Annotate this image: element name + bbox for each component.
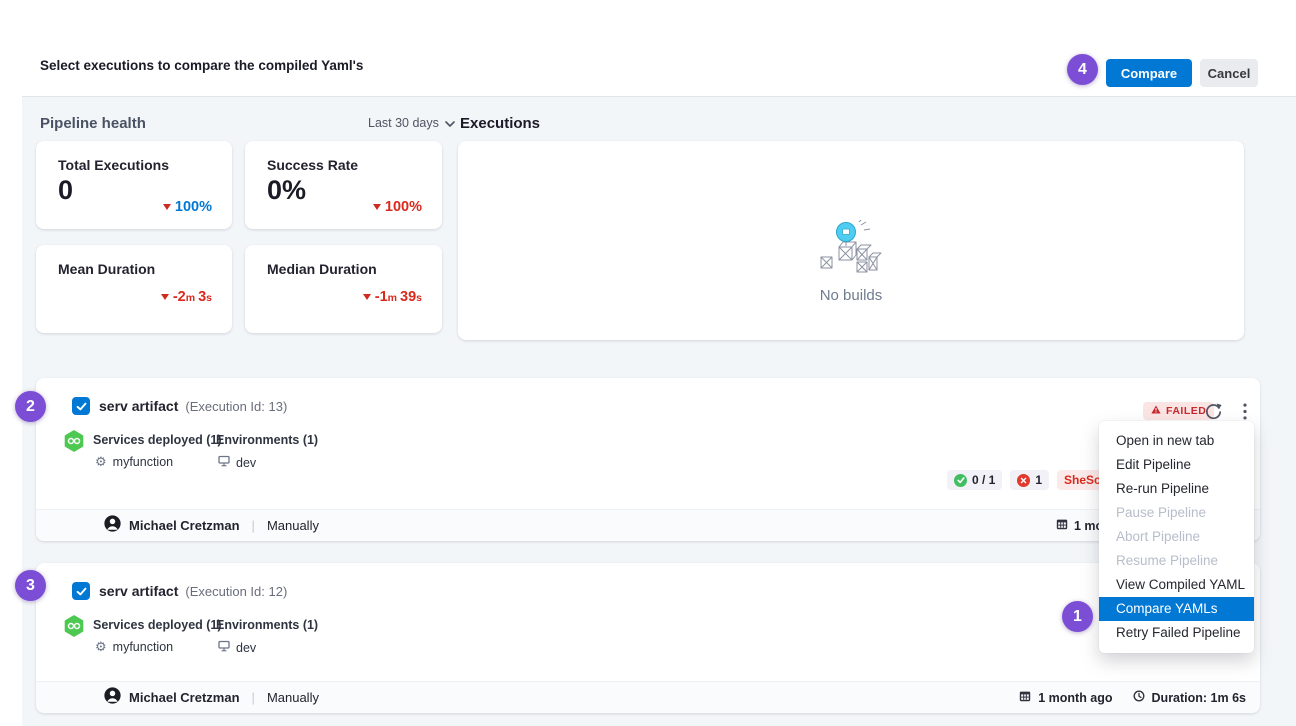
environment-icon <box>218 455 230 470</box>
check-icon <box>75 400 88 413</box>
failed-count-badge: 1 <box>1010 470 1049 490</box>
menu-item-edit-pipeline[interactable]: Edit Pipeline <box>1099 453 1254 477</box>
stat-delta: -1m39s <box>363 289 422 305</box>
time-range-label: Last 30 days <box>368 116 439 130</box>
divider: | <box>252 690 255 705</box>
stat-title: Mean Duration <box>58 261 155 277</box>
trend-down-icon <box>363 294 371 300</box>
execution-checkbox[interactable] <box>72 397 90 415</box>
environment-icon <box>218 640 230 655</box>
trend-down-icon <box>163 204 171 210</box>
menu-item-resume-pipeline: Resume Pipeline <box>1099 549 1254 573</box>
chevron-down-icon <box>445 116 455 130</box>
trend-down-icon <box>373 204 381 210</box>
passed-count-badge: 0 / 1 <box>947 470 1002 490</box>
pipeline-health-heading: Pipeline health <box>40 115 146 132</box>
calendar-icon <box>1019 690 1031 705</box>
time-range-selector[interactable]: Last 30 days <box>368 116 455 130</box>
menu-item-view-compiled-yaml[interactable]: View Compiled YAML <box>1099 573 1254 597</box>
stat-card-total-executions: Total Executions 0 100% <box>36 141 232 229</box>
environments-label: Environments (1) <box>216 618 318 632</box>
compare-button[interactable]: Compare <box>1106 59 1192 87</box>
divider: | <box>252 518 255 533</box>
stat-card-mean-duration: Mean Duration -2m3s <box>36 245 232 333</box>
stat-card-success-rate: Success Rate 0% 100% <box>245 141 442 229</box>
stat-title: Total Executions <box>58 157 169 173</box>
menu-item-re-run-pipeline[interactable]: Re-run Pipeline <box>1099 477 1254 501</box>
menu-item-compare-yamls[interactable]: Compare YAMLs <box>1099 597 1254 621</box>
annotation-step-1: 1 <box>1062 601 1093 632</box>
empty-state-label: No builds <box>820 287 883 304</box>
no-builds-illustration <box>809 219 893 283</box>
gear-icon: ⚙ <box>95 456 107 469</box>
success-check-icon <box>954 474 967 487</box>
execution-row-13[interactable]: serv artifact(Execution Id: 13) Services… <box>36 378 1260 541</box>
stat-delta: -2m3s <box>161 289 212 305</box>
execution-title: serv artifact(Execution Id: 13) <box>99 398 287 414</box>
calendar-icon <box>1056 518 1068 533</box>
author-name: Michael Cretzman <box>129 518 240 533</box>
environments-label: Environments (1) <box>216 433 318 447</box>
annotation-step-4: 4 <box>1067 54 1098 85</box>
cancel-button[interactable]: Cancel <box>1200 59 1258 87</box>
clock-icon <box>1133 690 1145 705</box>
check-icon <box>75 585 88 598</box>
more-options-icon[interactable] <box>1234 400 1256 422</box>
service-item: ⚙ myfunction <box>95 640 173 654</box>
services-deployed-label: Services deployed (1) <box>93 618 222 632</box>
executions-empty-panel: No builds <box>458 141 1244 340</box>
annotation-step-3: 3 <box>15 570 46 601</box>
execution-title: serv artifact(Execution Id: 12) <box>99 583 287 599</box>
content-area: Pipeline health Last 30 days Total Execu… <box>22 96 1296 726</box>
cd-stage-icon <box>63 430 85 457</box>
execution-duration: Duration: 1m 6s <box>1152 691 1246 705</box>
execution-footer: Michael Cretzman | Manually 1 month ago … <box>36 681 1260 713</box>
menu-item-abort-pipeline: Abort Pipeline <box>1099 525 1254 549</box>
trend-down-icon <box>161 294 169 300</box>
stat-delta: 100% <box>373 199 422 215</box>
cd-stage-icon <box>63 615 85 642</box>
execution-footer: Michael Cretzman | Manually 1 month ago <box>36 509 1260 541</box>
page-title: Select executions to compare the compile… <box>40 58 363 73</box>
service-item: ⚙ myfunction <box>95 455 173 469</box>
warning-icon <box>1151 405 1161 417</box>
stat-value: 0% <box>267 175 306 206</box>
menu-item-open-in-new-tab[interactable]: Open in new tab <box>1099 429 1254 453</box>
execution-time: 1 month ago <box>1038 691 1112 705</box>
fail-x-icon <box>1017 474 1030 487</box>
gear-icon: ⚙ <box>95 641 107 654</box>
execution-row-12[interactable]: serv artifact(Execution Id: 12) Services… <box>36 563 1260 713</box>
avatar <box>104 515 121 537</box>
execution-checkbox[interactable] <box>72 582 90 600</box>
environment-item: dev <box>218 455 256 470</box>
annotation-step-2: 2 <box>15 391 46 422</box>
rerun-icon[interactable] <box>1202 400 1224 422</box>
stat-value: 0 <box>58 175 73 206</box>
menu-item-pause-pipeline: Pause Pipeline <box>1099 501 1254 525</box>
stat-delta: 100% <box>163 199 212 215</box>
avatar <box>104 687 121 709</box>
environment-item: dev <box>218 640 256 655</box>
execution-time-duration: 1 month ago Duration: 1m 6s <box>1019 682 1246 713</box>
trigger-type: Manually <box>267 518 319 533</box>
services-deployed-label: Services deployed (1) <box>93 433 222 447</box>
executions-heading: Executions <box>460 115 540 132</box>
menu-item-retry-failed-pipeline[interactable]: Retry Failed Pipeline <box>1099 621 1254 645</box>
stat-title: Success Rate <box>267 157 358 173</box>
pipeline-context-menu: Open in new tab Edit Pipeline Re-run Pip… <box>1099 421 1254 653</box>
trigger-type: Manually <box>267 690 319 705</box>
stat-title: Median Duration <box>267 261 377 277</box>
stat-card-median-duration: Median Duration -1m39s <box>245 245 442 333</box>
author-name: Michael Cretzman <box>129 690 240 705</box>
